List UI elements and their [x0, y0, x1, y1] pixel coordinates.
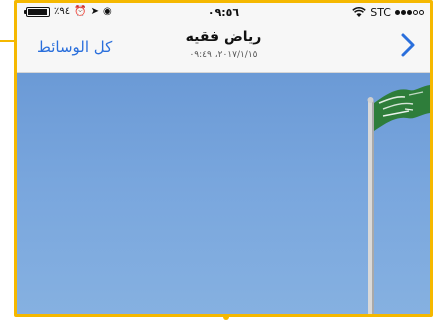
- page-subtitle-date: ٢٠١٧/١/١٥، ٠٩:٤٩: [189, 50, 258, 60]
- signal-dot: [413, 10, 418, 15]
- status-bar-right: STC: [352, 6, 424, 19]
- signal-dot: [395, 10, 400, 15]
- photo-view[interactable]: [17, 73, 430, 314]
- phone-screenshot-frame: ٪٩٤ ⏰ ➤ ◉ ٠٩:٥٦ STC كل الوسائط رياض فقيه…: [14, 0, 433, 317]
- page-title: رياض فقيه: [185, 29, 262, 45]
- signal-strength-icon: [395, 10, 424, 15]
- signal-dot: [419, 10, 424, 15]
- chevron-right-icon[interactable]: [396, 31, 420, 59]
- navigation-bar: كل الوسائط رياض فقيه ٢٠١٧/١/١٥، ٠٩:٤٩: [17, 23, 430, 73]
- signal-dot: [407, 10, 412, 15]
- wifi-icon: [352, 7, 366, 17]
- flag-on-pole-image: [367, 85, 430, 314]
- status-bar: ٪٩٤ ⏰ ➤ ◉ ٠٩:٥٦ STC: [17, 3, 430, 23]
- carrier-name: STC: [370, 6, 391, 19]
- bottom-connector-tick: [223, 315, 229, 320]
- signal-dot: [401, 10, 406, 15]
